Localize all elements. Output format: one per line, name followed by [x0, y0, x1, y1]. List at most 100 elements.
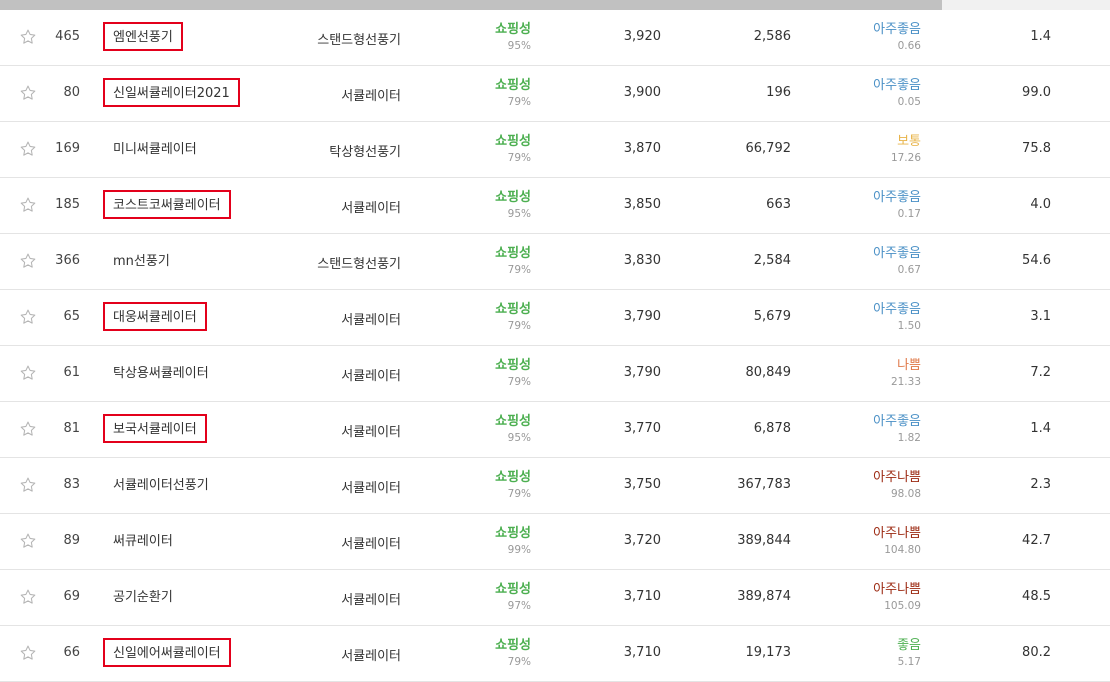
competition-cell: 나쁨 21.33 [820, 357, 921, 390]
favorite-star-icon[interactable] [19, 252, 37, 270]
shopping-tag-label: 쇼핑성 [495, 302, 531, 317]
shopping-tag: 쇼핑성 79% [460, 133, 531, 166]
rank-cell: 66 [63, 645, 80, 660]
shopping-tag: 쇼핑성 95% [460, 413, 531, 446]
competition-cell: 보통 17.26 [820, 133, 921, 166]
keyword-cell[interactable]: 미니써큘레이터 [103, 134, 207, 163]
keyword-cell[interactable]: 신일에어써큘레이터 [103, 638, 231, 667]
search-volume-cell: 3,790 [623, 365, 661, 380]
competition-label: 아주나쁨 [873, 470, 921, 485]
last-metric-cell: 1.4 [1030, 29, 1051, 44]
product-count-cell: 5,679 [753, 309, 791, 324]
scrollbar-thumb[interactable] [0, 0, 942, 10]
favorite-star-icon[interactable] [19, 420, 37, 438]
favorite-star-icon[interactable] [19, 364, 37, 382]
shopping-tag-percent: 99% [507, 544, 531, 556]
competition-label: 아주나쁨 [873, 526, 921, 541]
shopping-tag-label: 쇼핑성 [495, 190, 531, 205]
keyword-cell[interactable]: 서큘레이터선풍기 [103, 470, 219, 499]
table-row: 69 공기순환기 서큘레이터 쇼핑성 97% 3,710 389,874 아주나… [0, 570, 1110, 626]
shopping-tag-percent: 79% [507, 152, 531, 164]
product-count-cell: 196 [766, 85, 791, 100]
shopping-tag: 쇼핑성 79% [460, 77, 531, 110]
last-metric-cell: 75.8 [1022, 141, 1051, 156]
shopping-tag-percent: 95% [507, 40, 531, 52]
keyword-cell[interactable]: mn선풍기 [103, 246, 180, 275]
keyword-cell[interactable]: 보국서큘레이터 [103, 414, 207, 443]
shopping-tag-label: 쇼핑성 [495, 582, 531, 597]
shopping-tag: 쇼핑성 95% [460, 21, 531, 54]
favorite-star-icon[interactable] [19, 588, 37, 606]
keyword-table: 465 엠엔선풍기 스탠드형선풍기 쇼핑성 95% 3,920 2,586 아주… [0, 10, 1110, 682]
keyword-cell[interactable]: 코스트코써큘레이터 [103, 190, 231, 219]
search-volume-cell: 3,830 [623, 253, 661, 268]
product-count-cell: 66,792 [745, 141, 792, 156]
keyword-cell[interactable]: 써큐레이터 [103, 526, 183, 555]
search-volume-cell: 3,750 [623, 477, 661, 492]
favorite-star-icon[interactable] [19, 84, 37, 102]
competition-cell: 아주나쁨 105.09 [820, 581, 921, 614]
shopping-tag-label: 쇼핑성 [495, 358, 531, 373]
shopping-tag-percent: 95% [507, 432, 531, 444]
shopping-tag: 쇼핑성 79% [460, 637, 531, 670]
shopping-tag-percent: 79% [507, 320, 531, 332]
shopping-tag: 쇼핑성 79% [460, 357, 531, 390]
keyword-cell[interactable]: 대웅써큘레이터 [103, 302, 207, 331]
category-cell: 스탠드형선풍기 [317, 33, 401, 48]
product-count-cell: 2,584 [753, 253, 791, 268]
search-volume-cell: 3,920 [623, 29, 661, 44]
search-volume-cell: 3,900 [623, 85, 661, 100]
shopping-tag: 쇼핑성 79% [460, 245, 531, 278]
shopping-tag-percent: 79% [507, 264, 531, 276]
favorite-star-icon[interactable] [19, 308, 37, 326]
keyword-cell[interactable]: 탁상용써큘레이터 [103, 358, 219, 387]
favorite-star-icon[interactable] [19, 476, 37, 494]
product-count-cell: 80,849 [745, 365, 792, 380]
table-row: 65 대웅써큘레이터 서큘레이터 쇼핑성 79% 3,790 5,679 아주좋… [0, 290, 1110, 346]
keyword-cell[interactable]: 엠엔선풍기 [103, 22, 183, 51]
shopping-tag-percent: 79% [507, 488, 531, 500]
favorite-star-icon[interactable] [19, 644, 37, 662]
competition-label: 아주좋음 [873, 78, 921, 93]
competition-label: 아주좋음 [873, 22, 921, 37]
rank-cell: 81 [63, 421, 80, 436]
keyword-cell[interactable]: 공기순환기 [103, 582, 183, 611]
category-cell: 서큘레이터 [341, 369, 401, 384]
favorite-star-icon[interactable] [19, 28, 37, 46]
competition-cell: 아주좋음 0.66 [820, 21, 921, 54]
competition-value: 0.05 [897, 96, 921, 108]
shopping-tag-label: 쇼핑성 [495, 246, 531, 261]
competition-value: 1.50 [897, 320, 921, 332]
product-count-cell: 389,844 [737, 533, 791, 548]
favorite-star-icon[interactable] [19, 196, 37, 214]
search-volume-cell: 3,850 [623, 197, 661, 212]
table-row: 61 탁상용써큘레이터 서큘레이터 쇼핑성 79% 3,790 80,849 나… [0, 346, 1110, 402]
competition-cell: 아주좋음 0.17 [820, 189, 921, 222]
favorite-star-icon[interactable] [19, 532, 37, 550]
table-row: 465 엠엔선풍기 스탠드형선풍기 쇼핑성 95% 3,920 2,586 아주… [0, 10, 1110, 66]
shopping-tag: 쇼핑성 79% [460, 469, 531, 502]
competition-cell: 아주나쁨 98.08 [820, 469, 921, 502]
category-cell: 서큘레이터 [341, 425, 401, 440]
keyword-cell[interactable]: 신일써큘레이터2021 [103, 78, 240, 107]
search-volume-cell: 3,790 [623, 309, 661, 324]
competition-value: 5.17 [897, 656, 921, 668]
table-row: 185 코스트코써큘레이터 서큘레이터 쇼핑성 95% 3,850 663 아주… [0, 178, 1110, 234]
table-row: 366 mn선풍기 스탠드형선풍기 쇼핑성 79% 3,830 2,584 아주… [0, 234, 1110, 290]
category-cell: 스탠드형선풍기 [317, 257, 401, 272]
shopping-tag-percent: 79% [507, 376, 531, 388]
competition-value: 21.33 [890, 376, 921, 388]
product-count-cell: 6,878 [753, 421, 791, 436]
search-volume-cell: 3,710 [623, 645, 661, 660]
competition-value: 17.26 [890, 152, 921, 164]
last-metric-cell: 4.0 [1030, 197, 1051, 212]
competition-label: 아주좋음 [873, 246, 921, 261]
shopping-tag-label: 쇼핑성 [495, 414, 531, 429]
favorite-star-icon[interactable] [19, 140, 37, 158]
last-metric-cell: 54.6 [1022, 253, 1051, 268]
competition-value: 104.80 [884, 544, 921, 556]
competition-value: 0.17 [897, 208, 921, 220]
competition-value: 0.66 [897, 40, 921, 52]
competition-label: 나쁨 [897, 358, 921, 373]
search-volume-cell: 3,710 [623, 589, 661, 604]
